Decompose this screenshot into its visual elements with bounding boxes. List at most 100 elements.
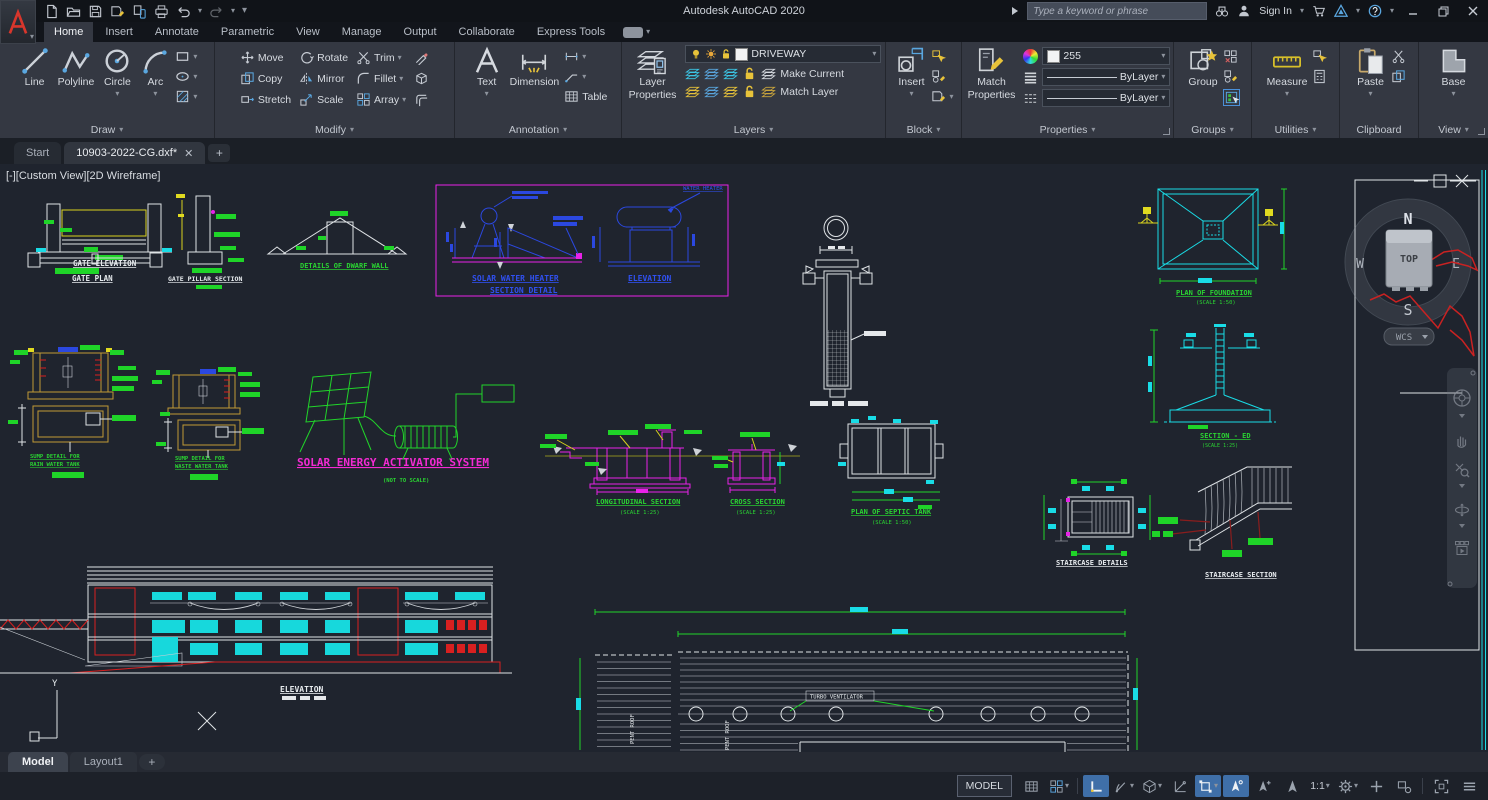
base-view-button[interactable]: Base▾ [1436,45,1472,99]
tab-view[interactable]: View [286,22,330,42]
mirror-button[interactable]: Mirror [299,71,348,86]
ribbon-display-toggle[interactable]: ▾ [623,22,650,42]
stretch-button[interactable]: Stretch [240,92,291,107]
array-button[interactable]: Array▾ [356,92,406,107]
panel-launcher-icon[interactable] [1478,128,1485,135]
layer-unisolate-icon[interactable] [704,66,719,81]
sign-in-button[interactable]: Sign In [1259,5,1292,17]
leader-button[interactable]: ▾ [564,69,607,84]
annotation-visibility-toggle[interactable] [1223,775,1249,797]
tab-collaborate[interactable]: Collaborate [449,22,525,42]
chevron-down-icon[interactable]: ▾ [1065,782,1069,790]
match-layer-button[interactable]: Match Layer [780,86,838,98]
compass-north[interactable]: N [1403,210,1412,228]
panel-title-clipboard[interactable]: Clipboard [1340,123,1418,137]
paste-button[interactable]: Paste▾ [1353,45,1389,99]
circle-button[interactable]: Circle▾ [99,45,135,99]
viewport-controls-label[interactable]: [-][Custom View][2D Wireframe] [6,170,160,182]
polyline-button[interactable]: Polyline [55,45,98,90]
compass-east[interactable]: E [1452,257,1460,272]
quick-calculator-button[interactable] [1312,69,1327,84]
linetype-select[interactable]: ByLayer▾ [1042,89,1170,107]
panel-launcher-icon[interactable] [1163,128,1170,135]
panel-title-layers[interactable]: Layers▾ [622,123,885,137]
file-tab-drawing[interactable]: 10903-2022-CG.dxf*✕ [64,142,205,164]
minimize-button[interactable] [1402,3,1424,19]
isometric-drafting-toggle[interactable]: ▾ [1139,775,1165,797]
panel-title-annotation[interactable]: Annotation▾ [455,123,621,137]
fillet-button[interactable]: Fillet▾ [356,71,406,86]
linear-dimension-button[interactable]: ▾ [564,49,607,64]
make-current-button[interactable]: Make Current [780,68,844,80]
create-block-button[interactable] [931,49,953,64]
layer-freeze-icon[interactable] [723,66,738,81]
define-attributes-button[interactable]: ▾ [931,89,953,104]
chevron-down-icon[interactable]: ▾ [1158,782,1162,790]
new-drawing-tab-button[interactable]: + [208,144,230,162]
chevron-down-icon[interactable]: ▾ [198,7,202,15]
new-file-icon[interactable] [44,4,59,19]
app-menu-button[interactable]: ▾ [0,0,36,44]
tab-manage[interactable]: Manage [332,22,392,42]
copy-button[interactable]: Copy [240,71,291,86]
chevron-down-icon[interactable]: ▾ [1214,782,1218,790]
hatch-button[interactable]: ▾ [175,89,197,104]
compass-south[interactable]: S [1403,301,1412,319]
layer-properties-button[interactable]: LayerProperties [626,45,680,102]
compass-west[interactable]: W [1356,257,1364,272]
edit-block-button[interactable] [931,69,953,84]
chevron-down-icon[interactable]: ▾ [1130,782,1134,790]
offset-button[interactable] [414,92,429,107]
table-button[interactable]: Table [564,89,607,104]
panel-title-utilities[interactable]: Utilities▾ [1252,123,1339,137]
text-button[interactable]: Text▾ [469,45,505,99]
customization-menu-button[interactable] [1456,775,1482,797]
object-color-select[interactable]: 255▾ [1042,47,1170,65]
chevron-down-icon[interactable]: ▾ [1356,7,1360,15]
polar-tracking-toggle[interactable]: ▾ [1111,775,1137,797]
viewcube[interactable]: N W E S TOP WCS [1345,199,1477,356]
make-current-icon[interactable] [761,66,776,81]
viewcube-top-label[interactable]: TOP [1400,254,1418,265]
rectangle-button[interactable]: ▾ [175,49,197,64]
chevron-down-icon[interactable]: ▾ [1390,7,1394,15]
lineweight-select[interactable]: ByLayer▾ [1042,68,1170,86]
a360-icon[interactable] [1334,4,1348,18]
layer-thaw-all-icon[interactable] [723,84,738,99]
group-selection-toggle[interactable] [1223,89,1240,106]
group-button[interactable]: Group [1185,45,1221,90]
move-button[interactable]: Move [240,50,291,65]
panel-title-groups[interactable]: Groups▾ [1174,123,1251,137]
layer-select[interactable]: DRIVEWAY ▾ [685,45,881,63]
arc-button[interactable]: Arc▾ [137,45,173,99]
restore-button[interactable] [1432,3,1454,19]
app-store-cart-icon[interactable] [1312,4,1326,18]
customize-qat-icon[interactable]: ▾ [242,6,247,16]
layer-off-icon[interactable] [685,84,700,99]
scale-button[interactable]: Scale [299,92,348,107]
tab-annotate[interactable]: Annotate [145,22,209,42]
layer-isolate-icon[interactable] [685,66,700,81]
scale-value[interactable]: 1:1▾ [1307,775,1333,797]
plot-mobile-icon[interactable] [132,4,147,19]
chevron-down-icon[interactable]: ▾ [1300,7,1304,15]
panel-title-properties[interactable]: Properties▾ [962,123,1173,137]
insert-block-button[interactable]: Insert▾ [893,45,929,99]
print-icon[interactable] [154,4,169,19]
panel-title-draw[interactable]: Draw▾ [0,123,214,137]
grid-toggle[interactable] [1018,775,1044,797]
object-snap-toggle[interactable]: ▾ [1195,775,1221,797]
undo-icon[interactable] [176,4,191,19]
chevron-down-icon[interactable]: ▾ [1354,782,1358,790]
ortho-toggle[interactable] [1083,775,1109,797]
match-layer-icon[interactable] [761,84,776,99]
object-snap-tracking-toggle[interactable] [1167,775,1193,797]
tab-parametric[interactable]: Parametric [211,22,284,42]
panel-title-block[interactable]: Block▾ [886,123,961,137]
model-space-toggle[interactable]: MODEL [957,775,1012,797]
tab-express-tools[interactable]: Express Tools [527,22,615,42]
annotation-monitor-button[interactable] [1363,775,1389,797]
layer-lock-icon[interactable] [742,66,757,81]
measure-button[interactable]: Measure▾ [1264,45,1311,99]
trim-button[interactable]: Trim▾ [356,50,406,65]
